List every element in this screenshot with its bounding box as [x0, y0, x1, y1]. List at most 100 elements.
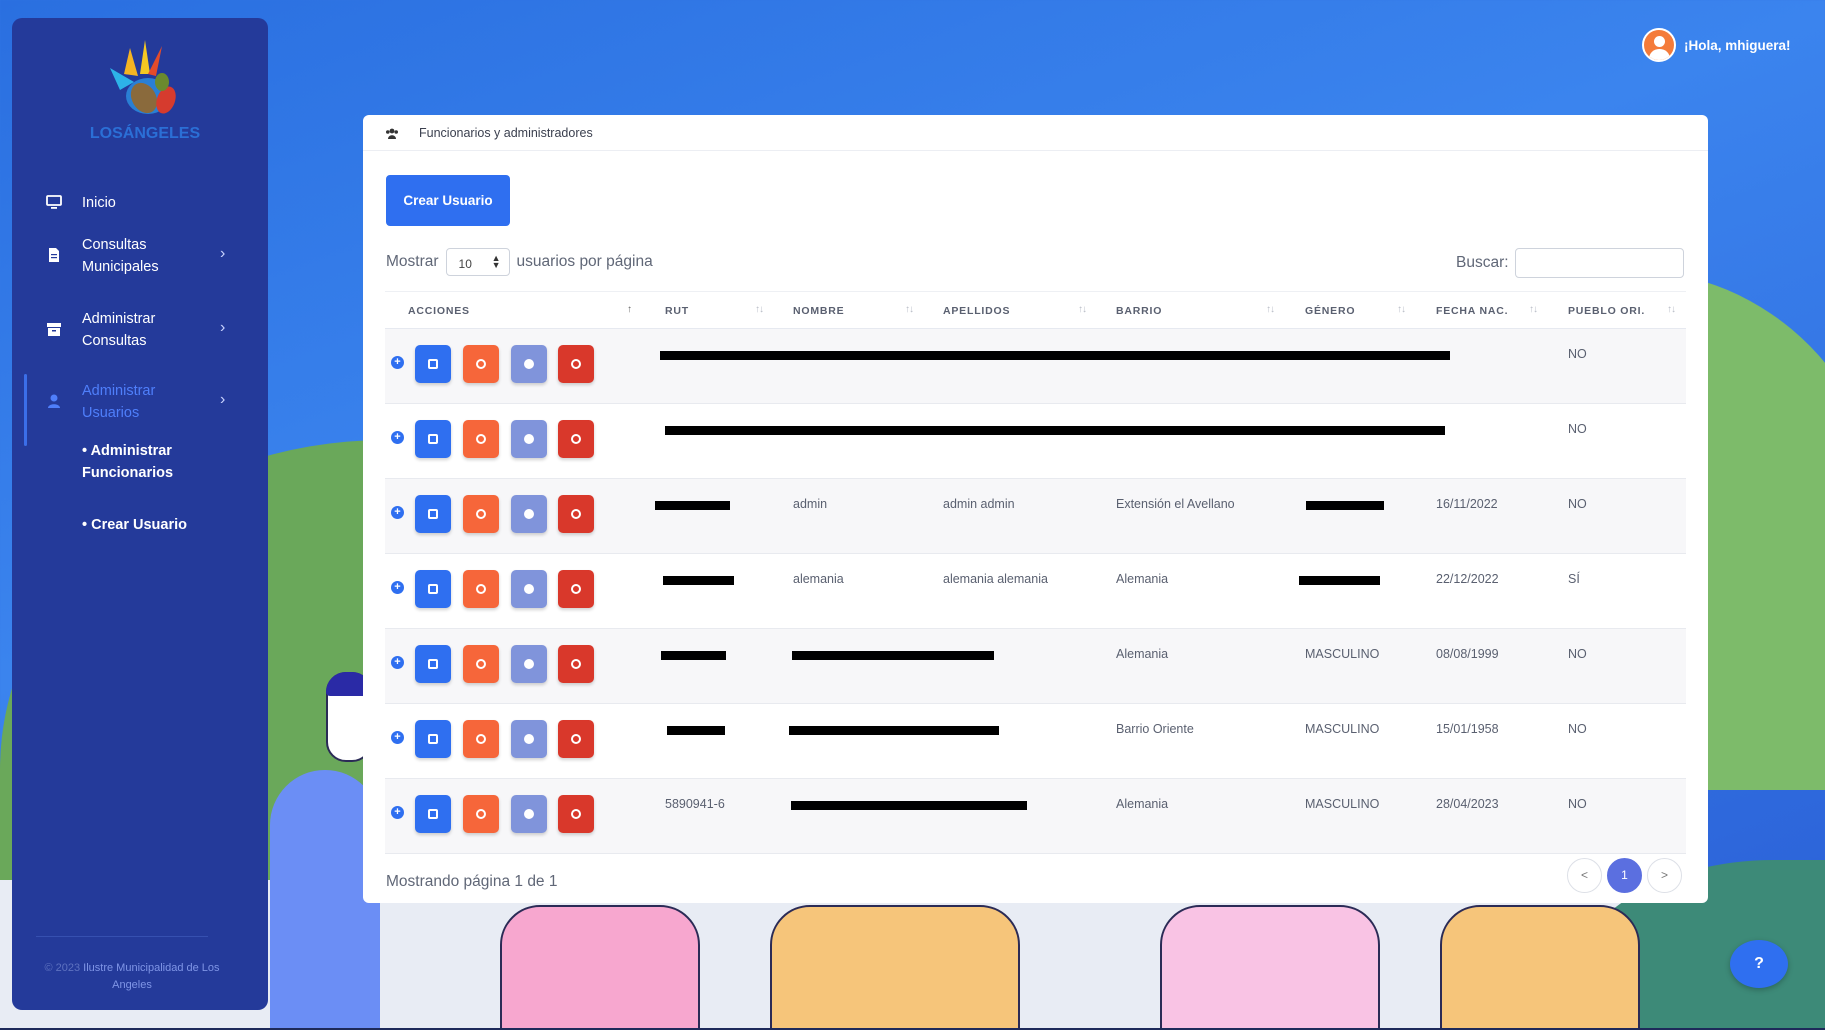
expand-row-icon[interactable]: +: [391, 731, 404, 744]
edit-user-button[interactable]: [415, 345, 451, 383]
sidebar-item-administrar-usuarios[interactable]: Administrar Usuarios ›: [12, 380, 268, 426]
edit-user-button[interactable]: [415, 570, 451, 608]
chevron-right-icon: ›: [220, 319, 226, 336]
reset-password-button[interactable]: [463, 645, 499, 683]
column-header-fecha-nac[interactable]: FECHA NAC.: [1436, 305, 1508, 317]
table-header: ACCIONES ↑ RUT ↑↓ NOMBRE ↑↓ APELLIDOS ↑↓…: [385, 291, 1686, 329]
redaction-bar: [792, 651, 994, 660]
sidebar-footer: © 2023 Ilustre Municipalidad de Los Ange…: [32, 960, 232, 994]
sidebar-item-administrar-consultas[interactable]: Administrar Consultas ›: [12, 308, 268, 354]
redaction-bar: [655, 501, 730, 510]
edit-user-button[interactable]: [415, 645, 451, 683]
toggle-status-button[interactable]: [511, 645, 547, 683]
column-header-rut[interactable]: RUT: [665, 305, 689, 317]
sidebar-item-label: Administrar Consultas: [82, 311, 156, 349]
sidebar-subitem-administrar-funcionarios[interactable]: • Administrar Funcionarios: [82, 440, 232, 484]
disable-user-button[interactable]: [558, 645, 594, 683]
edit-icon: [428, 734, 438, 744]
key-icon: [476, 734, 486, 744]
toggle-status-button[interactable]: [511, 495, 547, 533]
toggle-icon: [524, 359, 534, 369]
disable-user-button[interactable]: [558, 570, 594, 608]
cell-pueblo: SÍ: [1568, 572, 1580, 586]
reset-password-button[interactable]: [463, 495, 499, 533]
expand-row-icon[interactable]: +: [391, 806, 404, 819]
column-header-apellidos[interactable]: APELLIDOS: [943, 305, 1010, 317]
sort-icon: ↑↓: [1397, 304, 1406, 315]
toggle-icon: [524, 584, 534, 594]
disable-user-button[interactable]: [558, 795, 594, 833]
expand-row-icon[interactable]: +: [391, 356, 404, 369]
sidebar-item-label: Consultas Municipales: [82, 237, 159, 275]
edit-user-button[interactable]: [415, 720, 451, 758]
search-control: Buscar:: [1456, 248, 1684, 278]
column-header-nombre[interactable]: NOMBRE: [793, 305, 844, 317]
cell-genero: MASCULINO: [1305, 647, 1380, 661]
create-user-button[interactable]: Crear Usuario: [386, 175, 510, 226]
column-header-acciones[interactable]: ACCIONES: [408, 305, 470, 317]
reset-password-button[interactable]: [463, 420, 499, 458]
column-header-genero[interactable]: GÉNERO: [1305, 305, 1355, 317]
toggle-status-button[interactable]: [511, 345, 547, 383]
table-row: + NO: [385, 329, 1686, 404]
pagination-page-button[interactable]: 1: [1607, 858, 1642, 893]
toggle-status-button[interactable]: [511, 720, 547, 758]
ban-icon: [571, 359, 581, 369]
sidebar: LOSÁNGELES Inicio Consultas Municipales …: [12, 18, 268, 1010]
user-greeting[interactable]: ¡Hola, mhiguera!: [1642, 28, 1791, 62]
ban-icon: [571, 809, 581, 819]
sort-icon: ↑: [627, 304, 632, 315]
disable-user-button[interactable]: [558, 720, 594, 758]
document-icon: [49, 248, 59, 262]
cell-nombre: admin: [793, 497, 828, 511]
avatar[interactable]: [1642, 28, 1676, 62]
toggle-status-button[interactable]: [511, 420, 547, 458]
disable-user-button[interactable]: [558, 420, 594, 458]
reset-password-button[interactable]: [463, 795, 499, 833]
disable-user-button[interactable]: [558, 495, 594, 533]
edit-icon: [428, 434, 438, 444]
expand-row-icon[interactable]: +: [391, 656, 404, 669]
column-header-barrio[interactable]: BARRIO: [1116, 305, 1162, 317]
help-button[interactable]: ?: [1730, 940, 1788, 988]
sort-icon: ↑↓: [905, 304, 914, 315]
toggle-status-button[interactable]: [511, 795, 547, 833]
select-arrows-icon: ▲ ▼: [491, 253, 501, 270]
toggle-icon: [524, 509, 534, 519]
expand-row-icon[interactable]: +: [391, 431, 404, 444]
toggle-status-button[interactable]: [511, 570, 547, 608]
card-title: Funcionarios y administradores: [419, 125, 593, 140]
footer-organization: Ilustre Municipalidad de Los Angeles: [83, 962, 220, 991]
cell-nombre: alemania: [793, 572, 844, 586]
users-icon: [386, 128, 398, 139]
reset-password-button[interactable]: [463, 720, 499, 758]
expand-row-icon[interactable]: +: [391, 581, 404, 594]
edit-user-button[interactable]: [415, 495, 451, 533]
sidebar-subitem-crear-usuario[interactable]: • Crear Usuario: [82, 514, 187, 536]
expand-row-icon[interactable]: +: [391, 506, 404, 519]
reset-password-button[interactable]: [463, 570, 499, 608]
ban-icon: [571, 509, 581, 519]
sidebar-item-consultas-municipales[interactable]: Consultas Municipales ›: [12, 234, 268, 280]
chevron-right-icon: ›: [220, 391, 226, 408]
edit-user-button[interactable]: [415, 420, 451, 458]
edit-user-button[interactable]: [415, 795, 451, 833]
edit-icon: [428, 809, 438, 819]
pagination-prev-button[interactable]: <: [1567, 858, 1602, 893]
disable-user-button[interactable]: [558, 345, 594, 383]
cell-apellidos: admin admin: [943, 497, 1015, 511]
users-table: ACCIONES ↑ RUT ↑↓ NOMBRE ↑↓ APELLIDOS ↑↓…: [385, 291, 1686, 854]
column-header-pueblo-ori[interactable]: PUEBLO ORI.: [1568, 305, 1645, 317]
search-input[interactable]: [1514, 248, 1684, 278]
ban-icon: [571, 584, 581, 594]
pagination-next-button[interactable]: >: [1647, 858, 1682, 893]
page-size-select[interactable]: 10 ▲ ▼: [445, 248, 510, 276]
cell-fecha: 08/08/1999: [1436, 647, 1499, 661]
key-icon: [476, 584, 486, 594]
toggle-icon: [524, 659, 534, 669]
sidebar-item-inicio[interactable]: Inicio: [12, 192, 268, 216]
cell-pueblo: NO: [1568, 497, 1587, 511]
reset-password-button[interactable]: [463, 345, 499, 383]
table-row: + Barrio Oriente MASCULINO 15/01/1958 NO: [385, 704, 1686, 779]
greeting-text: ¡Hola, mhiguera!: [1684, 37, 1791, 53]
